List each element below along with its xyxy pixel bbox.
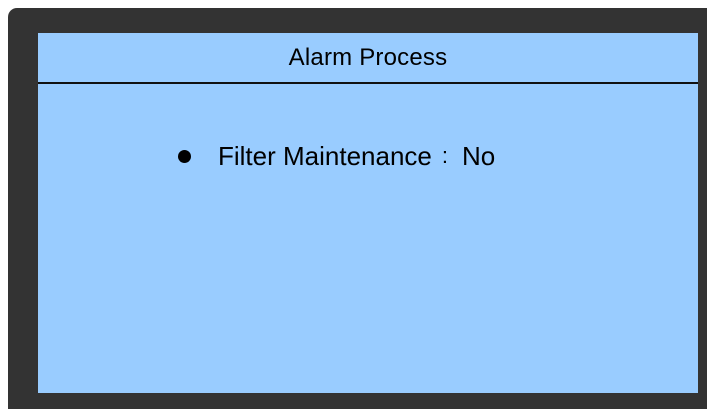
item-label: Filter Maintenance: [218, 140, 432, 171]
device-frame: Alarm Process Filter Maintenance : No: [8, 8, 707, 409]
item-value: No: [462, 140, 496, 171]
screen-title: Alarm Process: [288, 43, 448, 71]
bullet-dot-icon: [178, 149, 191, 163]
item-separator: :: [441, 143, 449, 168]
alarm-process-screen: Alarm Process Filter Maintenance : No: [38, 33, 698, 393]
filter-maintenance-row: Filter Maintenance : No: [178, 138, 495, 174]
title-bar: Alarm Process: [38, 33, 698, 84]
